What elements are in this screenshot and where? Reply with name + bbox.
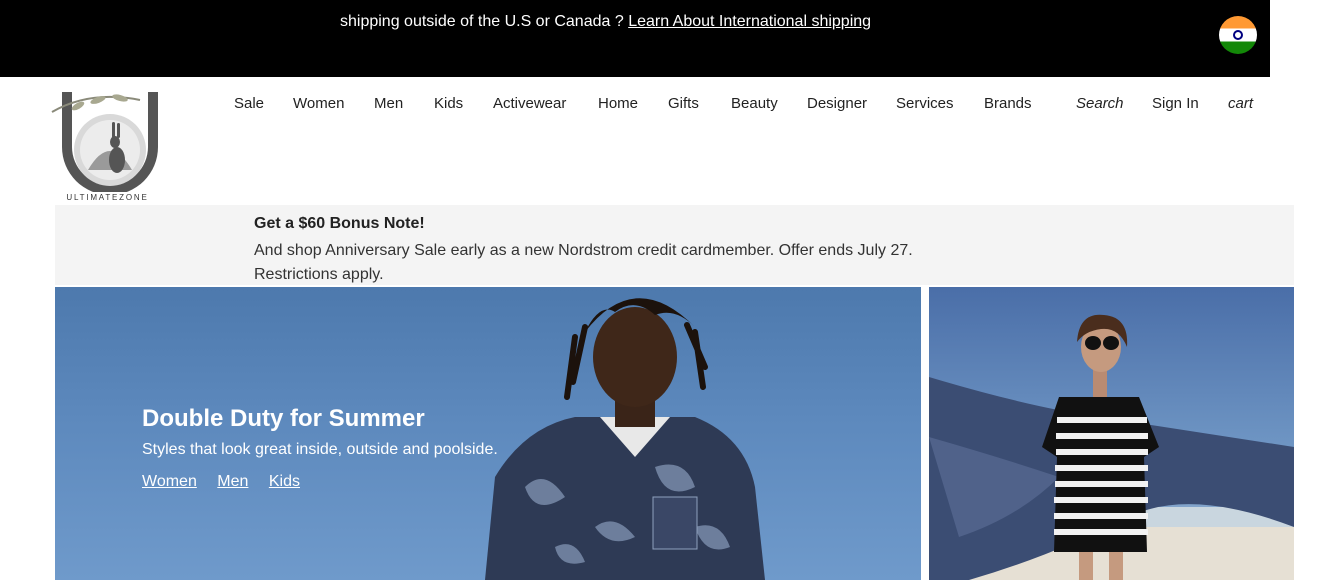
nav-item-kids[interactable]: Kids: [434, 95, 463, 112]
hero-link-women[interactable]: Women: [142, 473, 197, 490]
india-flag-icon[interactable]: [1219, 16, 1257, 54]
hero-links: Women Men Kids: [142, 473, 316, 491]
promo-body: And shop Anniversary Sale early as a new…: [254, 242, 913, 283]
side-promo-image[interactable]: [929, 287, 1294, 580]
search-link[interactable]: Search: [1076, 95, 1124, 112]
site-logo[interactable]: ULTIMATEZONE: [50, 92, 165, 204]
nav-item-men[interactable]: Men: [374, 95, 403, 112]
shipping-message: shipping outside of the U.S or Canada ? …: [340, 13, 871, 31]
flag-chakra: [1233, 30, 1243, 40]
nav-item-home[interactable]: Home: [598, 95, 638, 112]
nav-item-activewear[interactable]: Activewear: [493, 95, 566, 112]
promo-title: Get a $60 Bonus Note!: [254, 215, 425, 232]
hero-subheading: Styles that look great inside, outside a…: [142, 441, 498, 458]
international-shipping-banner: shipping outside of the U.S or Canada ? …: [0, 0, 1270, 77]
nav-item-services[interactable]: Services: [896, 95, 954, 112]
nav-item-women[interactable]: Women: [293, 95, 344, 112]
side-model-image: [929, 314, 1294, 580]
hero-model-image: [485, 298, 765, 580]
international-shipping-link[interactable]: Learn About International shipping: [628, 13, 871, 30]
logo-brand-text: ULTIMATEZONE: [66, 193, 149, 202]
nav-item-sale[interactable]: Sale: [234, 95, 264, 112]
hero-link-men[interactable]: Men: [217, 473, 248, 490]
hero-link-kids[interactable]: Kids: [269, 473, 300, 490]
shipping-message-text: shipping outside of the U.S or Canada ?: [340, 13, 629, 30]
hero-banner[interactable]: Double Duty for Summer Styles that look …: [55, 287, 921, 580]
nav-item-brands[interactable]: Brands: [984, 95, 1032, 112]
sign-in-link[interactable]: Sign In: [1152, 95, 1199, 112]
hero-heading: Double Duty for Summer: [142, 405, 425, 432]
promo-banner[interactable]: Get a $60 Bonus Note! And shop Anniversa…: [55, 205, 1294, 285]
nav-item-beauty[interactable]: Beauty: [731, 95, 778, 112]
logo-u-mark-icon: [51, 92, 158, 195]
nav-item-designer[interactable]: Designer: [807, 95, 867, 112]
nav-item-gifts[interactable]: Gifts: [668, 95, 699, 112]
cart-link[interactable]: cart: [1228, 95, 1253, 112]
